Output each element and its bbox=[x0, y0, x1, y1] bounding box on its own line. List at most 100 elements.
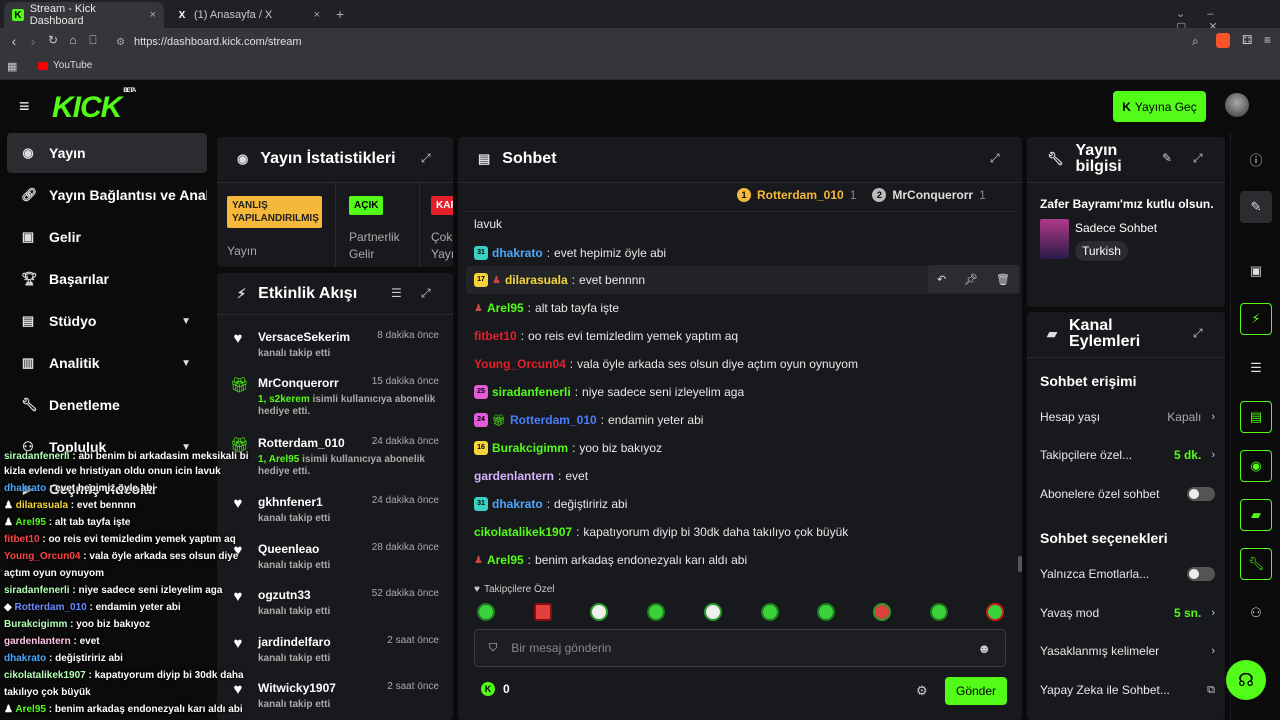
emoji-icon[interactable]: ☻ bbox=[977, 641, 991, 656]
chat-message[interactable]: 25 siradanfenerli: niye sadece seni izleye… bbox=[474, 385, 744, 399]
info-icon[interactable]: ⓘ bbox=[1240, 143, 1272, 175]
activity-event[interactable]: ♥ Queenleao 28 dakika önce kanalı takip et… bbox=[217, 542, 453, 572]
chat-message[interactable]: lavuk bbox=[474, 217, 502, 231]
lightning-icon[interactable]: ⚡︎ bbox=[1240, 303, 1272, 335]
emote[interactable] bbox=[930, 603, 948, 621]
send-button[interactable]: Gönder bbox=[945, 677, 1007, 705]
expand-icon[interactable]: ⤢ bbox=[1193, 151, 1203, 166]
emote[interactable] bbox=[704, 603, 722, 621]
zoom-icon[interactable]: ⌕ bbox=[1192, 34, 1199, 49]
bookmark-icon[interactable]: ⎕ bbox=[84, 33, 102, 48]
reply-icon[interactable]: ↶ bbox=[937, 273, 946, 286]
emote[interactable] bbox=[647, 603, 665, 621]
site-info-icon[interactable]: ⚙ bbox=[116, 37, 125, 48]
clip-icon[interactable]: ▣ bbox=[1240, 255, 1272, 287]
back-icon[interactable]: ‹ bbox=[5, 33, 23, 49]
chat-message[interactable]: 17 ♟ dilarasuala: evet bennnn bbox=[474, 273, 645, 287]
brave-shield-icon[interactable] bbox=[1216, 33, 1230, 48]
message-input[interactable]: ⛉ Bir mesaj gönderin ☻ bbox=[474, 629, 1006, 667]
reload-icon[interactable]: ↻ bbox=[44, 33, 62, 47]
delete-icon[interactable]: 🗑︎ bbox=[996, 273, 1010, 286]
expand-icon[interactable]: ⤢ bbox=[421, 286, 431, 301]
subs-only-toggle[interactable] bbox=[1187, 487, 1215, 501]
go-live-button[interactable]: K Yayına Geç bbox=[1113, 91, 1206, 122]
community-icon[interactable]: ⚇ bbox=[1240, 597, 1272, 629]
banned-words-setting[interactable]: Yasaklanmış kelimeler › bbox=[1040, 644, 1215, 658]
subs-only-setting[interactable]: Abonelere özel sohbet bbox=[1040, 487, 1215, 501]
activity-event[interactable]: ♥ Witwicky1907 2 saat önce kanalı takip et… bbox=[217, 681, 453, 711]
filter-icon[interactable]: ☰ bbox=[391, 286, 402, 300]
avatar[interactable] bbox=[1225, 93, 1249, 117]
kick-logo[interactable]: KICK BETA bbox=[52, 88, 136, 125]
overlay-line: kizla evlendi ve hristiyan oldu onun ici… bbox=[4, 466, 221, 477]
sidebar-item-stream-key[interactable]: 🔗︎Yayın Bağlantısı ve Anahtarı bbox=[7, 175, 207, 215]
close-tab-icon[interactable]: × bbox=[314, 9, 320, 21]
browser-tab-x[interactable]: X (1) Anasayfa / X × bbox=[168, 2, 328, 28]
home-icon[interactable]: ⌂ bbox=[64, 33, 82, 47]
activity-event[interactable]: 🎁︎ MrConquerorr 15 dakika önce 1, s2kerem … bbox=[217, 376, 453, 418]
forward-icon[interactable]: › bbox=[24, 33, 42, 49]
sidebar-item-achievements[interactable]: 🏆︎ Başarılar bbox=[7, 259, 207, 299]
emote[interactable] bbox=[477, 603, 495, 621]
category-thumbnail[interactable] bbox=[1040, 219, 1069, 259]
support-icon[interactable]: ☊ bbox=[1226, 660, 1266, 700]
url-field[interactable]: ⚙ https://dashboard.kick.com/stream bbox=[108, 32, 1233, 52]
activity-event[interactable]: ♥ ogzutn33 52 dakika önce kanalı takip ett… bbox=[217, 588, 453, 618]
activity-event[interactable]: ♥ gkhnfener1 24 dakika önce kanalı takip e… bbox=[217, 495, 453, 525]
category-name[interactable]: Sadece Sohbet bbox=[1075, 221, 1157, 235]
emote[interactable] bbox=[590, 603, 608, 621]
wrench-icon[interactable]: 🔧︎ bbox=[1240, 548, 1272, 580]
record-icon[interactable]: ◉ bbox=[1240, 450, 1272, 482]
chat-icon[interactable]: ▤ bbox=[1240, 401, 1272, 433]
chat-message[interactable]: cikolatalikek1907: kapatıyorum diyip bi 3… bbox=[474, 525, 848, 539]
sidebar-item-analytics[interactable]: ▥ Analitik ▼ bbox=[7, 343, 207, 383]
sidebar-item-moderation[interactable]: 🔧︎ Denetleme bbox=[7, 385, 207, 425]
emote[interactable] bbox=[817, 603, 835, 621]
close-tab-icon[interactable]: × bbox=[150, 9, 156, 21]
edit-icon[interactable]: ✎ bbox=[1240, 191, 1272, 223]
divider bbox=[335, 183, 336, 267]
channel-points[interactable]: K 0 bbox=[481, 682, 510, 696]
list-icon[interactable]: ☰ bbox=[1240, 352, 1272, 384]
ai-chat-setting[interactable]: Yapay Zeka ile Sohbet... ⧉ bbox=[1040, 683, 1215, 697]
activity-event[interactable]: ♥ VersaceSekerim 8 dakika önce kanalı taki… bbox=[217, 330, 453, 360]
browser-tab-kick[interactable]: K Stream - Kick Dashboard × bbox=[4, 2, 164, 28]
sidebar-item-revenue[interactable]: ▣ Gelir bbox=[7, 217, 207, 257]
chat-scrollbar[interactable] bbox=[1018, 556, 1022, 572]
youtube-bookmark[interactable]: YouTube bbox=[38, 60, 92, 71]
followers-only-setting[interactable]: Takipçilere özel... 5 dk. › bbox=[1040, 448, 1215, 462]
sidebar-item-stream[interactable]: ◉ Yayın bbox=[7, 133, 207, 173]
emotes-only-toggle[interactable] bbox=[1187, 567, 1215, 581]
emote[interactable] bbox=[534, 603, 552, 621]
hamburger-menu-icon[interactable]: ≡ bbox=[19, 96, 30, 117]
extensions-icon[interactable]: ⚃ bbox=[1242, 33, 1252, 47]
chat-message[interactable]: fitbet10: oo reis evi temizledim yemek ya… bbox=[474, 329, 738, 343]
activity-event[interactable]: 🎁︎ Rotterdam_010 24 dakika önce 1, Arel95 … bbox=[217, 436, 453, 478]
pin-icon[interactable]: 📌︎ bbox=[964, 273, 978, 286]
chat-message[interactable]: ♟ Arel95: benim arkadaş endonezyalı karı a… bbox=[474, 553, 747, 567]
emote[interactable] bbox=[986, 603, 1004, 621]
chat-message[interactable]: 24 🎁︎ Rotterdam_010: endamin yeter abi bbox=[474, 413, 703, 427]
apps-icon[interactable]: ▦ bbox=[7, 60, 17, 73]
new-tab-button[interactable]: + bbox=[336, 6, 344, 22]
slow-mode-setting[interactable]: Yavaş mod 5 sn. › bbox=[1040, 606, 1215, 620]
emote[interactable] bbox=[873, 603, 891, 621]
expand-icon[interactable]: ⤢ bbox=[1193, 326, 1203, 341]
chat-message[interactable]: gardenlantern: evet bbox=[474, 469, 588, 483]
actions-icon[interactable]: ▰ bbox=[1240, 499, 1272, 531]
chat-message[interactable]: 16 Burakcigimm: yoo biz bakıyoz bbox=[474, 441, 662, 455]
chat-message[interactable]: Young_Orcun04: vala öyle arkada ses olsun… bbox=[474, 357, 858, 371]
chat-message[interactable]: 31 dhakrato: değiştiririz abi bbox=[474, 497, 627, 511]
emote[interactable] bbox=[761, 603, 779, 621]
chat-message[interactable]: 31 dhakrato: evet hepimiz öyle abi bbox=[474, 246, 666, 260]
chat-message[interactable]: ♟ Arel95: alt tab tayfa işte bbox=[474, 301, 619, 315]
sidebar-item-studio[interactable]: ▤ Stüdyo ▼ bbox=[7, 301, 207, 341]
activity-event[interactable]: ♥ jardindelfaro 2 saat önce kanalı takip e… bbox=[217, 635, 453, 665]
expand-icon[interactable]: ⤢ bbox=[421, 151, 431, 166]
chat-settings-icon[interactable]: ⚙ bbox=[916, 683, 928, 699]
account-age-setting[interactable]: Hesap yaşı Kapalı › bbox=[1040, 410, 1215, 424]
menu-icon[interactable]: ≡ bbox=[1264, 33, 1271, 47]
emotes-only-setting[interactable]: Yalnızca Emotlarla... bbox=[1040, 567, 1215, 581]
expand-icon[interactable]: ⤢ bbox=[990, 151, 1000, 166]
edit-icon[interactable]: ✎ bbox=[1162, 151, 1172, 165]
